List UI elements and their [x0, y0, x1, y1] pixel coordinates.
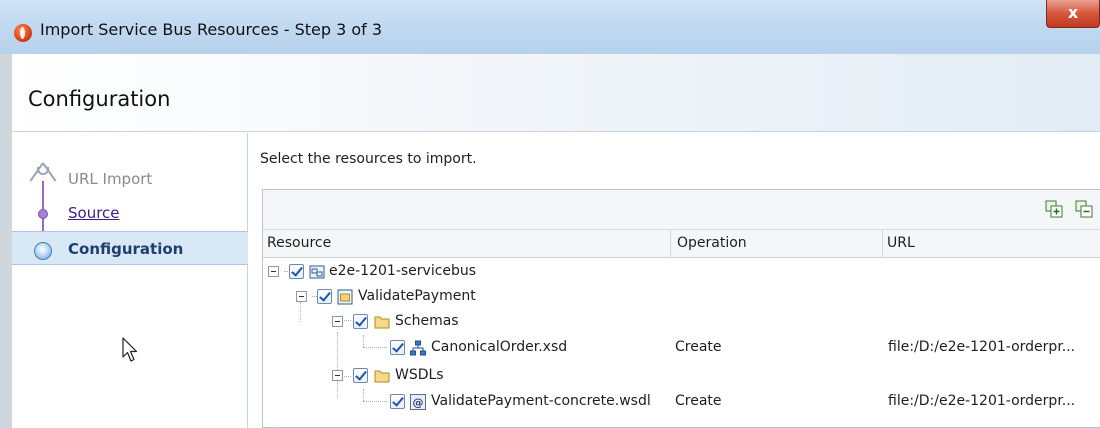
tree-row[interactable]: ValidatePayment: [263, 285, 1100, 310]
tree-toolbar: [263, 190, 1100, 230]
svg-text:@: @: [413, 396, 424, 409]
collapse-toggle-icon[interactable]: [296, 291, 307, 302]
close-button[interactable]: x: [1046, 0, 1100, 28]
instruction-text: Select the resources to import.: [260, 151, 477, 167]
tree-row[interactable]: Schemas: [263, 310, 1100, 335]
page-header: Configuration: [0, 54, 1100, 132]
step-navigation: URL Import Source Configuration: [12, 133, 248, 428]
source-step-icon: [38, 209, 48, 219]
url-import-step-icon: [29, 162, 57, 185]
window-title: Import Service Bus Resources - Step 3 of…: [40, 20, 383, 39]
folder-icon: [374, 370, 390, 383]
resource-checkbox[interactable]: [289, 264, 304, 279]
resource-checkbox[interactable]: [390, 394, 405, 409]
step-configuration-label: Configuration: [68, 240, 184, 258]
expand-all-icon[interactable]: [1045, 200, 1063, 218]
column-header-resource[interactable]: Resource: [263, 230, 671, 258]
main-content: Select the resources to import. Resource…: [249, 133, 1100, 428]
resource-tree-table: Resource Operation URL e2e-1201-serviceb…: [262, 189, 1100, 428]
configuration-step-icon: [34, 242, 52, 260]
step-source-link[interactable]: Source: [68, 204, 120, 222]
column-header-operation[interactable]: Operation: [671, 230, 883, 258]
tree-row[interactable]: CanonicalOrder.xsd Create file:/D:/e2e-1…: [263, 336, 1100, 361]
resource-name: ValidatePayment-concrete.wsdl: [431, 393, 651, 409]
collapse-all-icon[interactable]: [1075, 200, 1093, 218]
tree-row[interactable]: WSDLs: [263, 364, 1100, 389]
resource-name: CanonicalOrder.xsd: [431, 339, 568, 355]
wsdl-icon: @: [410, 394, 426, 410]
resource-checkbox[interactable]: [317, 289, 332, 304]
window-left-border: [0, 54, 12, 428]
resource-checkbox[interactable]: [390, 340, 405, 355]
folder-icon: [374, 316, 390, 329]
resource-checkbox[interactable]: [353, 368, 368, 383]
window-title-bar: Import Service Bus Resources - Step 3 of…: [0, 0, 1100, 54]
resource-url: file:/D:/e2e-1201-orderpr...: [888, 393, 1076, 409]
step-url-import-label: URL Import: [68, 170, 153, 188]
project-folder-icon: [337, 289, 353, 305]
oracle-app-icon: [14, 24, 32, 42]
resource-checkbox[interactable]: [353, 314, 368, 329]
resource-name: Schemas: [395, 313, 459, 329]
servicebus-project-icon: [309, 265, 325, 279]
collapse-toggle-icon[interactable]: [332, 316, 343, 327]
tree-row[interactable]: @ ValidatePayment-concrete.wsdl Create f…: [263, 390, 1100, 415]
tree-row[interactable]: e2e-1201-servicebus: [263, 260, 1100, 285]
schema-icon: [410, 340, 426, 356]
collapse-toggle-icon[interactable]: [268, 266, 279, 277]
column-header-url[interactable]: URL: [883, 230, 1100, 258]
resource-name: e2e-1201-servicebus: [329, 263, 477, 279]
resource-operation: Create: [675, 393, 722, 409]
resource-name: ValidatePayment: [358, 288, 476, 304]
resource-name: WSDLs: [395, 367, 444, 383]
collapse-toggle-icon[interactable]: [332, 370, 343, 381]
resource-operation: Create: [675, 339, 722, 355]
page-title: Configuration: [28, 87, 171, 111]
mouse-pointer-icon: [122, 337, 138, 362]
resource-url: file:/D:/e2e-1201-orderpr...: [888, 339, 1076, 355]
